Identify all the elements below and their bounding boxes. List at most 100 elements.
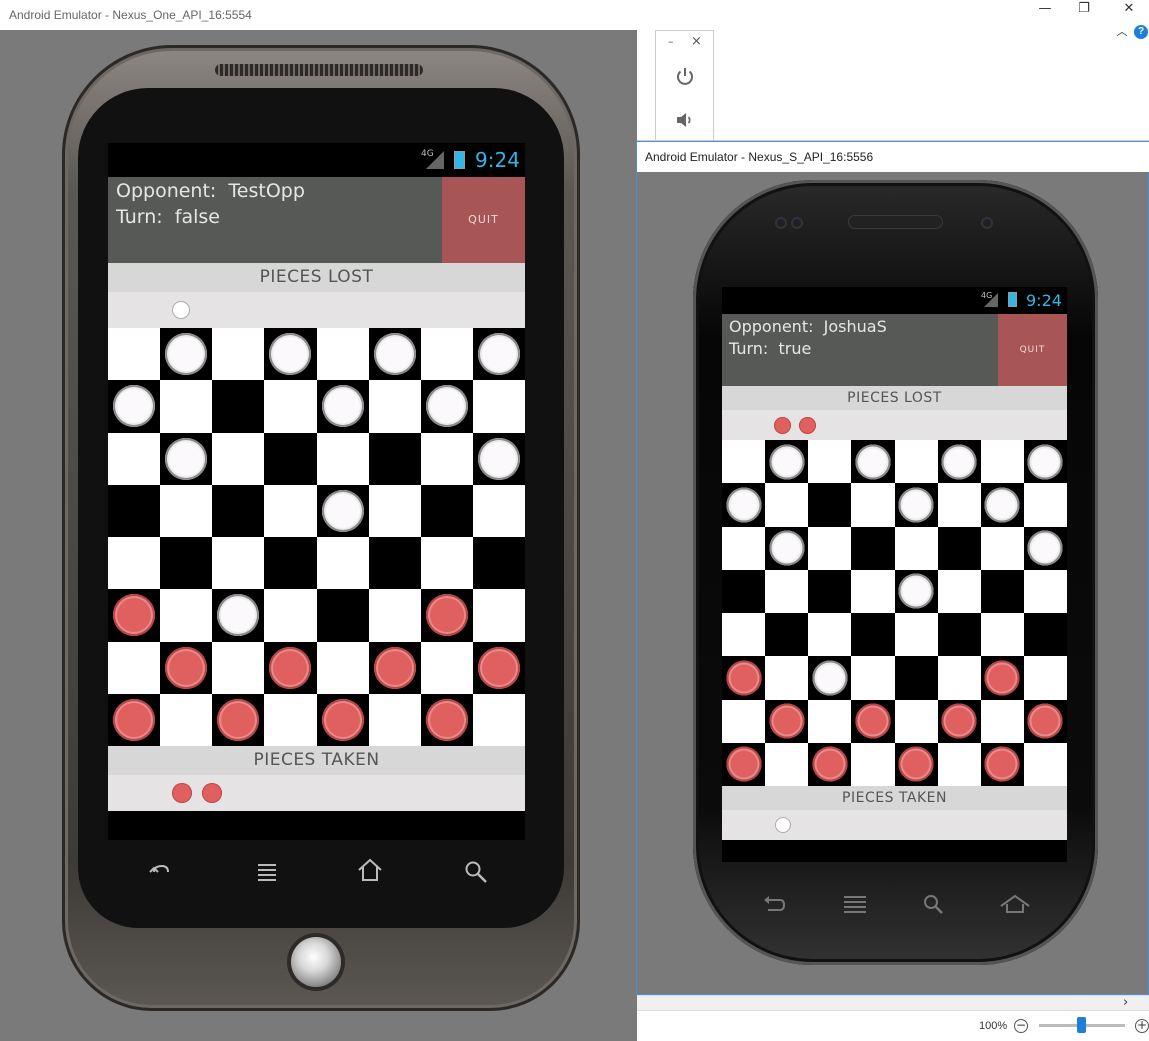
zoom-slider-thumb[interactable]: [1077, 1017, 1086, 1033]
board-square[interactable]: [1023, 699, 1067, 743]
board-square[interactable]: [160, 328, 213, 381]
board-square[interactable]: [765, 569, 809, 613]
board-square[interactable]: [851, 656, 895, 700]
white-checker[interactable]: [1027, 530, 1063, 566]
board-square[interactable]: [808, 483, 852, 527]
board-square[interactable]: [894, 656, 938, 700]
close-button[interactable]: ✕: [1114, 0, 1144, 18]
zoom-out-button[interactable]: −: [1014, 1019, 1028, 1033]
quit-button[interactable]: QUIT: [442, 177, 525, 263]
home-icon[interactable]: [999, 892, 1031, 916]
white-checker[interactable]: [373, 333, 416, 376]
board-square[interactable]: [980, 699, 1024, 743]
board-square[interactable]: [472, 537, 525, 590]
board-square[interactable]: [851, 569, 895, 613]
board-square[interactable]: [264, 589, 317, 642]
red-checker[interactable]: [425, 698, 468, 741]
board-square[interactable]: [264, 328, 317, 381]
board-square[interactable]: [108, 432, 161, 485]
board-square[interactable]: [264, 641, 317, 694]
board-square[interactable]: [316, 589, 369, 642]
board-square[interactable]: [851, 613, 895, 657]
board-square[interactable]: [160, 693, 213, 746]
board-square[interactable]: [212, 641, 265, 694]
board-square[interactable]: [368, 432, 421, 485]
board-square[interactable]: [472, 484, 525, 537]
board-square[interactable]: [937, 699, 981, 743]
board-square[interactable]: [808, 440, 852, 484]
home-icon[interactable]: [356, 856, 384, 884]
board-square[interactable]: [420, 432, 473, 485]
board-square[interactable]: [808, 569, 852, 613]
board-square[interactable]: [472, 432, 525, 485]
red-checker[interactable]: [477, 646, 520, 689]
restore-button[interactable]: ❐: [1069, 0, 1099, 18]
back-icon[interactable]: [760, 892, 788, 916]
back-icon[interactable]: [146, 858, 174, 886]
white-checker[interactable]: [984, 487, 1020, 523]
board-square[interactable]: [894, 526, 938, 570]
board-square[interactable]: [1023, 526, 1067, 570]
board-square[interactable]: [264, 484, 317, 537]
white-checker[interactable]: [855, 444, 891, 480]
board-square[interactable]: [264, 693, 317, 746]
board-square[interactable]: [212, 432, 265, 485]
volume-icon[interactable]: [674, 109, 696, 131]
board-square[interactable]: [980, 440, 1024, 484]
minimize-button[interactable]: —: [1030, 0, 1060, 18]
board-square[interactable]: [980, 526, 1024, 570]
board-square[interactable]: [851, 483, 895, 527]
board-square[interactable]: [851, 526, 895, 570]
board-square[interactable]: [264, 432, 317, 485]
board-square[interactable]: [980, 569, 1024, 613]
board-square[interactable]: [108, 484, 161, 537]
red-checker[interactable]: [321, 698, 364, 741]
board-square[interactable]: [894, 440, 938, 484]
white-checker[interactable]: [113, 385, 156, 428]
board-square[interactable]: [937, 656, 981, 700]
red-checker[interactable]: [812, 746, 848, 782]
board-square[interactable]: [316, 380, 369, 433]
board-square[interactable]: [1023, 569, 1067, 613]
white-checker[interactable]: [321, 385, 364, 428]
board-square[interactable]: [765, 656, 809, 700]
board-square[interactable]: [765, 440, 809, 484]
board-square[interactable]: [937, 742, 981, 786]
red-checker[interactable]: [984, 746, 1020, 782]
white-checker[interactable]: [941, 444, 977, 480]
white-checker[interactable]: [898, 573, 934, 609]
board-square[interactable]: [765, 483, 809, 527]
board-square[interactable]: [894, 569, 938, 613]
horizontal-scrollbar[interactable]: ›: [637, 995, 1149, 1010]
board-square[interactable]: [472, 589, 525, 642]
board-square[interactable]: [108, 589, 161, 642]
white-checker[interactable]: [726, 487, 762, 523]
board-square[interactable]: [108, 380, 161, 433]
board-square[interactable]: [851, 440, 895, 484]
board-square[interactable]: [937, 569, 981, 613]
white-checker[interactable]: [165, 333, 208, 376]
board-square[interactable]: [212, 484, 265, 537]
board-square[interactable]: [722, 742, 766, 786]
red-checker[interactable]: [269, 646, 312, 689]
board-square[interactable]: [1023, 742, 1067, 786]
board-square[interactable]: [722, 699, 766, 743]
board-square[interactable]: [472, 380, 525, 433]
board-square[interactable]: [937, 440, 981, 484]
search-icon[interactable]: [462, 858, 490, 886]
power-icon[interactable]: [674, 65, 696, 87]
board-square[interactable]: [1023, 613, 1067, 657]
board-square[interactable]: [420, 380, 473, 433]
board-square[interactable]: [160, 537, 213, 590]
white-checker[interactable]: [217, 594, 260, 637]
board-square[interactable]: [1023, 656, 1067, 700]
board-square[interactable]: [316, 328, 369, 381]
board-square[interactable]: [808, 526, 852, 570]
chevron-right-icon[interactable]: ›: [1123, 995, 1128, 1010]
chevron-up-icon[interactable]: ︿: [1115, 23, 1129, 41]
white-checker[interactable]: [477, 333, 520, 376]
board-square[interactable]: [894, 613, 938, 657]
board-square[interactable]: [212, 537, 265, 590]
white-checker[interactable]: [165, 437, 208, 480]
board-square[interactable]: [851, 699, 895, 743]
